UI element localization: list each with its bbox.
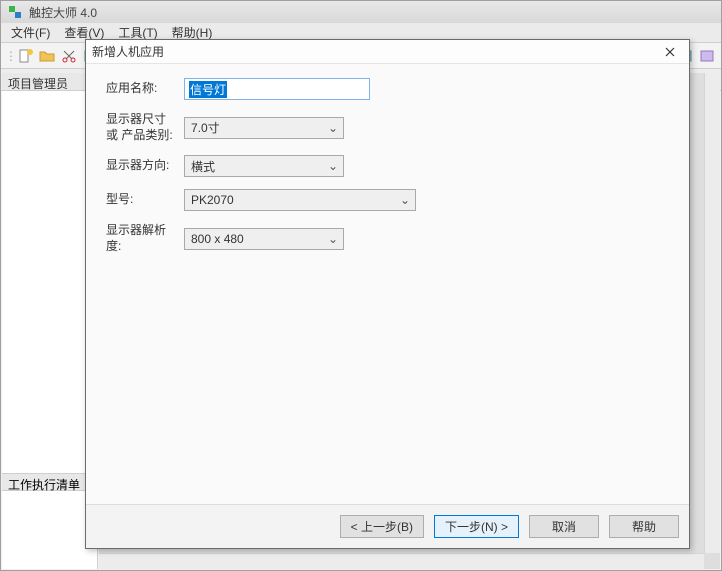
display-size-value: 7.0寸 (191, 119, 220, 136)
open-folder-icon (39, 48, 55, 64)
model-value: PK2070 (191, 193, 234, 207)
app-title: 触控大师 4.0 (29, 4, 97, 21)
toolbar-icon-right-2[interactable] (697, 46, 717, 66)
main-window: 触控大师 4.0 文件(F) 查看(V) 工具(T) 帮助(H) ⋮⋮ (0, 0, 722, 571)
main-titlebar: 触控大师 4.0 (1, 1, 721, 23)
work-execution-header: 工作执行清单 (2, 473, 97, 491)
new-file-icon (17, 48, 33, 64)
help-button[interactable]: 帮助 (609, 515, 679, 538)
label-display-size: 显示器尺寸 或 产品类别: (106, 112, 184, 143)
chevron-down-icon: ⌄ (397, 193, 413, 207)
toolbar-cut-button[interactable] (59, 46, 79, 66)
back-button[interactable]: < 上一步(B) (340, 515, 424, 538)
chevron-down-icon: ⌄ (325, 232, 341, 246)
chevron-down-icon: ⌄ (325, 159, 341, 173)
orientation-combo[interactable]: 横式 ⌄ (184, 155, 344, 177)
close-icon (665, 47, 675, 57)
dialog-close-button[interactable] (657, 41, 683, 63)
row-orientation: 显示器方向: 横式 ⌄ (106, 155, 669, 177)
project-manager-body (2, 91, 97, 473)
dialog-body: 应用名称: 信号灯 显示器尺寸 或 产品类别: 7.0寸 ⌄ 显示器方向: 横式… (86, 64, 689, 504)
row-resolution: 显示器解析度: 800 x 480 ⌄ (106, 223, 669, 254)
app-name-value: 信号灯 (189, 81, 227, 98)
toolbar-open-button[interactable] (37, 46, 57, 66)
app-icon (7, 4, 23, 20)
model-combo[interactable]: PK2070 ⌄ (184, 189, 416, 211)
label-resolution: 显示器解析度: (106, 223, 184, 254)
scrollbar-vertical[interactable] (704, 73, 720, 553)
new-hmi-app-dialog: 新增人机应用 应用名称: 信号灯 显示器尺寸 或 产品类别: 7.0寸 ⌄ (85, 39, 690, 549)
next-button[interactable]: 下一步(N) > (434, 515, 519, 538)
panel-b-icon (699, 48, 715, 64)
label-app-name: 应用名称: (106, 81, 184, 97)
label-model: 型号: (106, 192, 184, 208)
row-app-name: 应用名称: 信号灯 (106, 78, 669, 100)
cancel-button[interactable]: 取消 (529, 515, 599, 538)
app-name-field[interactable]: 信号灯 (184, 78, 370, 100)
dialog-title-text: 新增人机应用 (92, 43, 657, 60)
dialog-titlebar: 新增人机应用 (86, 40, 689, 64)
chevron-down-icon: ⌄ (325, 121, 341, 135)
toolbar-new-button[interactable] (15, 46, 35, 66)
left-panel: 项目管理员 工作执行清单 (2, 73, 98, 569)
project-manager-header: 项目管理员 (2, 73, 97, 91)
display-size-combo[interactable]: 7.0寸 ⌄ (184, 117, 344, 139)
resolution-value: 800 x 480 (191, 232, 244, 246)
toolbar-grip: ⋮⋮ (5, 49, 13, 63)
orientation-value: 横式 (191, 158, 215, 175)
scissors-icon (61, 48, 77, 64)
work-execution-body (2, 491, 97, 569)
row-model: 型号: PK2070 ⌄ (106, 189, 669, 211)
dialog-footer: < 上一步(B) 下一步(N) > 取消 帮助 (86, 504, 689, 548)
scrollbar-horizontal[interactable] (99, 553, 704, 569)
menu-file[interactable]: 文件(F) (5, 23, 56, 42)
label-orientation: 显示器方向: (106, 158, 184, 174)
row-display-size: 显示器尺寸 或 产品类别: 7.0寸 ⌄ (106, 112, 669, 143)
resolution-combo[interactable]: 800 x 480 ⌄ (184, 228, 344, 250)
